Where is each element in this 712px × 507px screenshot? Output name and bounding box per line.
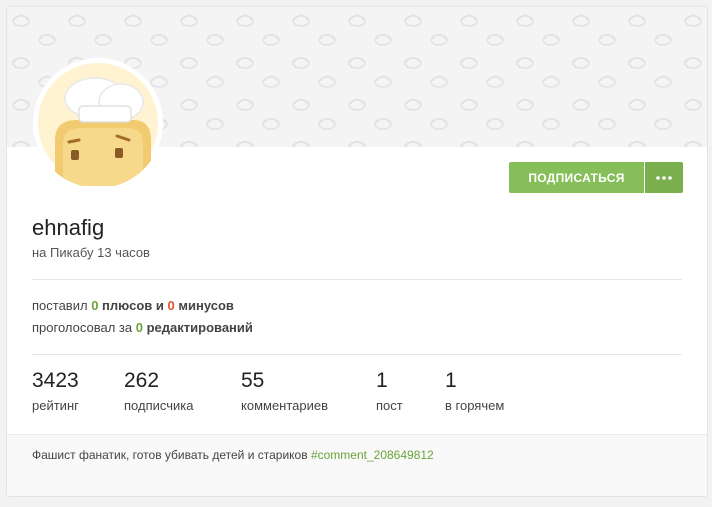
stat-comments[interactable]: 55 комментариев [241,369,328,413]
stat-hot[interactable]: 1 в горячем [445,369,504,413]
profile-bio: Фашист фанатик, готов убивать детей и ст… [32,448,434,462]
edits-prefix: проголосовал за [32,320,133,335]
minuses-word: минусов [178,298,234,313]
votes-conj: и [155,298,164,313]
stat-posts[interactable]: 1 пост [376,369,403,413]
username: ehnafig [32,215,105,240]
stat-subscribers[interactable]: 262 подписчика [124,369,193,413]
subscribe-button[interactable]: ПОДПИСАТЬСЯ [509,162,644,193]
stat-rating: 3423 рейтинг [32,369,79,413]
profile-card: ПОДПИСАТЬСЯ ehnafig на Пикабу 13 часов п… [6,6,708,497]
stat-label: пост [376,398,403,413]
stat-value: 3423 [32,369,79,392]
stat-label: комментариев [241,398,329,413]
ellipsis-icon [656,175,672,180]
votes-prefix: поставил [32,298,88,313]
member-since: на Пикабу 13 часов [32,245,150,260]
stat-value: 1 [445,369,457,392]
profile-footer [7,434,707,496]
stat-value: 262 [124,369,160,392]
action-buttons: ПОДПИСАТЬСЯ [509,162,683,193]
toast-chef-avatar-icon [34,59,162,187]
edits-word: редактирований [146,320,253,335]
bio-comment-link[interactable]: #comment_208649812 [311,448,434,462]
divider [32,279,682,280]
stat-label: подписчика [124,398,194,413]
pluses-word: плюсов [102,298,153,313]
more-options-button[interactable] [645,162,683,193]
votes-line: поставил 0 плюсов и 0 минусов [32,298,234,313]
edits-count: 0 [135,320,143,335]
avatar[interactable] [33,58,163,188]
pluses-count: 0 [91,298,99,313]
stat-label: рейтинг [32,398,79,413]
divider [32,354,682,355]
bio-text: Фашист фанатик, готов убивать детей и ст… [32,448,308,462]
edits-line: проголосовал за 0 редактирований [32,320,253,335]
stat-value: 1 [376,369,388,392]
stat-label: в горячем [445,398,505,413]
minuses-count: 0 [167,298,175,313]
stat-value: 55 [241,369,265,392]
